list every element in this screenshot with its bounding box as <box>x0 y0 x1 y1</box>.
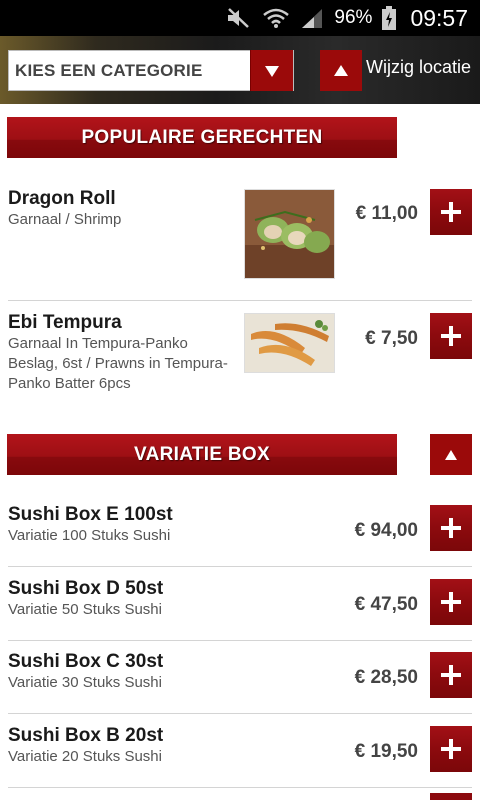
add-to-cart-button[interactable] <box>430 505 472 551</box>
arrow-up-icon <box>445 449 457 460</box>
item-name: Sushi Box D 50st <box>8 578 164 599</box>
item-price: € 28,50 <box>354 667 418 688</box>
item-description: Variatie 100 Stuks Sushi <box>8 527 171 544</box>
signal-icon <box>300 7 324 29</box>
add-to-cart-button[interactable] <box>430 726 472 772</box>
dropdown-arrow-icon[interactable] <box>250 50 293 91</box>
menu-item: Sushi Box B 20st Variatie 20 Stuks Sushi… <box>0 717 480 787</box>
item-description: Garnaal / Shrimp <box>8 211 122 228</box>
plus-icon <box>441 518 461 538</box>
section-title: POPULAIRE GERECHTEN <box>81 126 323 148</box>
add-to-cart-button[interactable] <box>430 313 472 359</box>
add-to-cart-button[interactable] <box>430 793 472 800</box>
item-name: Sushi Box B 20st <box>8 725 164 746</box>
plus-icon <box>441 202 461 222</box>
battery-percent: 96% <box>334 7 373 28</box>
plus-icon <box>441 665 461 685</box>
collapse-section-button[interactable] <box>430 434 472 475</box>
item-description: Variatie 20 Stuks Sushi <box>8 748 162 765</box>
section-header-variatie-box[interactable]: VARIATIE BOX <box>7 434 397 475</box>
item-description: Variatie 30 Stuks Sushi <box>8 674 162 691</box>
clock: 09:57 <box>410 4 468 31</box>
add-to-cart-button[interactable] <box>430 579 472 625</box>
wifi-icon <box>262 7 290 29</box>
add-to-cart-button[interactable] <box>430 652 472 698</box>
section-title: VARIATIE BOX <box>134 443 270 465</box>
add-to-cart-button[interactable] <box>430 189 472 235</box>
divider <box>8 640 472 641</box>
dragon-roll-photo <box>244 189 335 279</box>
battery-charging-icon <box>382 6 397 30</box>
item-price: € 11,00 <box>355 203 418 224</box>
item-price: € 47,50 <box>354 594 418 615</box>
divider <box>8 713 472 714</box>
plus-icon <box>441 739 461 759</box>
item-name: Sushi Box C 30st <box>8 651 164 672</box>
item-price: € 7,50 <box>365 328 418 349</box>
item-price: € 94,00 <box>354 520 418 541</box>
change-location-button[interactable] <box>320 50 362 91</box>
divider <box>8 787 472 788</box>
plus-icon <box>441 326 461 346</box>
menu-item: Sushi Box E 100st Variatie 100 Stuks Sus… <box>0 496 480 566</box>
change-location-label[interactable]: Wijzig locatie <box>366 57 471 78</box>
arrow-up-icon <box>334 64 348 76</box>
menu-item: Sushi Box D 50st Variatie 50 Stuks Sushi… <box>0 570 480 640</box>
top-bar: KIES EEN CATEGORIE Wijzig locatie <box>0 36 480 104</box>
plus-icon <box>441 592 461 612</box>
category-select[interactable]: KIES EEN CATEGORIE <box>8 50 294 91</box>
item-name: Ebi Tempura <box>8 312 122 333</box>
item-description: Variatie 50 Stuks Sushi <box>8 601 162 618</box>
item-price: € 19,50 <box>354 741 418 762</box>
menu-item: Sushi Box C 30st Variatie 30 Stuks Sushi… <box>0 643 480 713</box>
divider <box>8 566 472 567</box>
menu-item: Ebi Tempura Garnaal In Tempura-Panko Bes… <box>0 304 480 404</box>
ebi-tempura-photo <box>244 313 335 373</box>
divider <box>8 300 472 301</box>
menu-item: Dragon Roll Garnaal / Shrimp € 11,00 <box>0 180 480 290</box>
category-select-label: KIES EEN CATEGORIE <box>15 60 203 80</box>
item-name: Dragon Roll <box>8 188 116 209</box>
mute-icon <box>226 7 252 29</box>
section-header-popular[interactable]: POPULAIRE GERECHTEN <box>7 117 397 158</box>
item-description: Garnaal In Tempura-Panko Beslag, 6st / P… <box>8 335 228 392</box>
status-bar: 96% 09:57 <box>0 0 480 36</box>
item-name: Sushi Box E 100st <box>8 504 173 525</box>
